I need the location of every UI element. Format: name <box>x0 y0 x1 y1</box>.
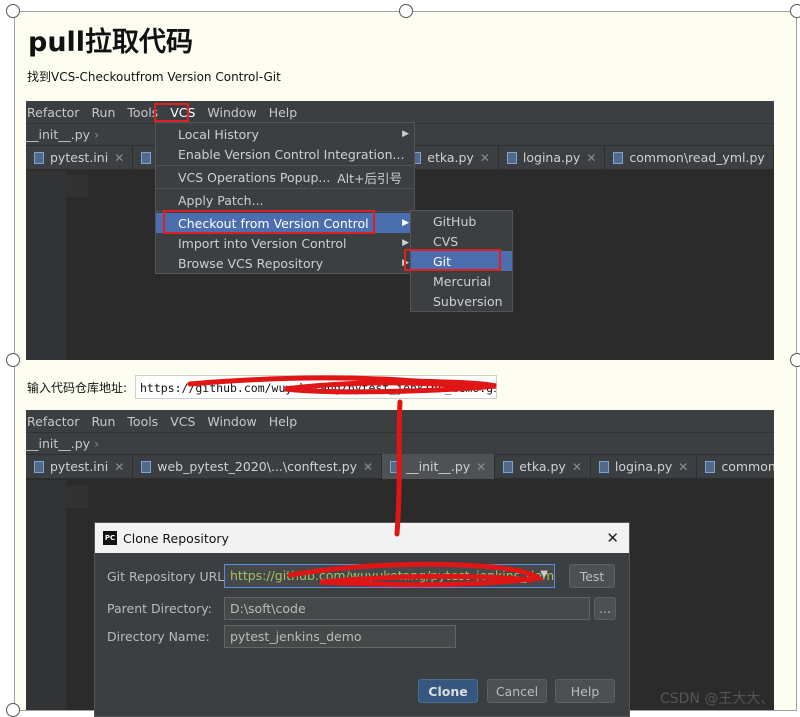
redaction-scribble-url <box>187 375 497 395</box>
redaction-scribble-dialog <box>287 561 545 588</box>
annotation-arrow-line <box>394 399 403 537</box>
annotation-scribbles <box>187 375 545 588</box>
csdn-watermark: CSDN @王大大、 <box>660 691 775 707</box>
